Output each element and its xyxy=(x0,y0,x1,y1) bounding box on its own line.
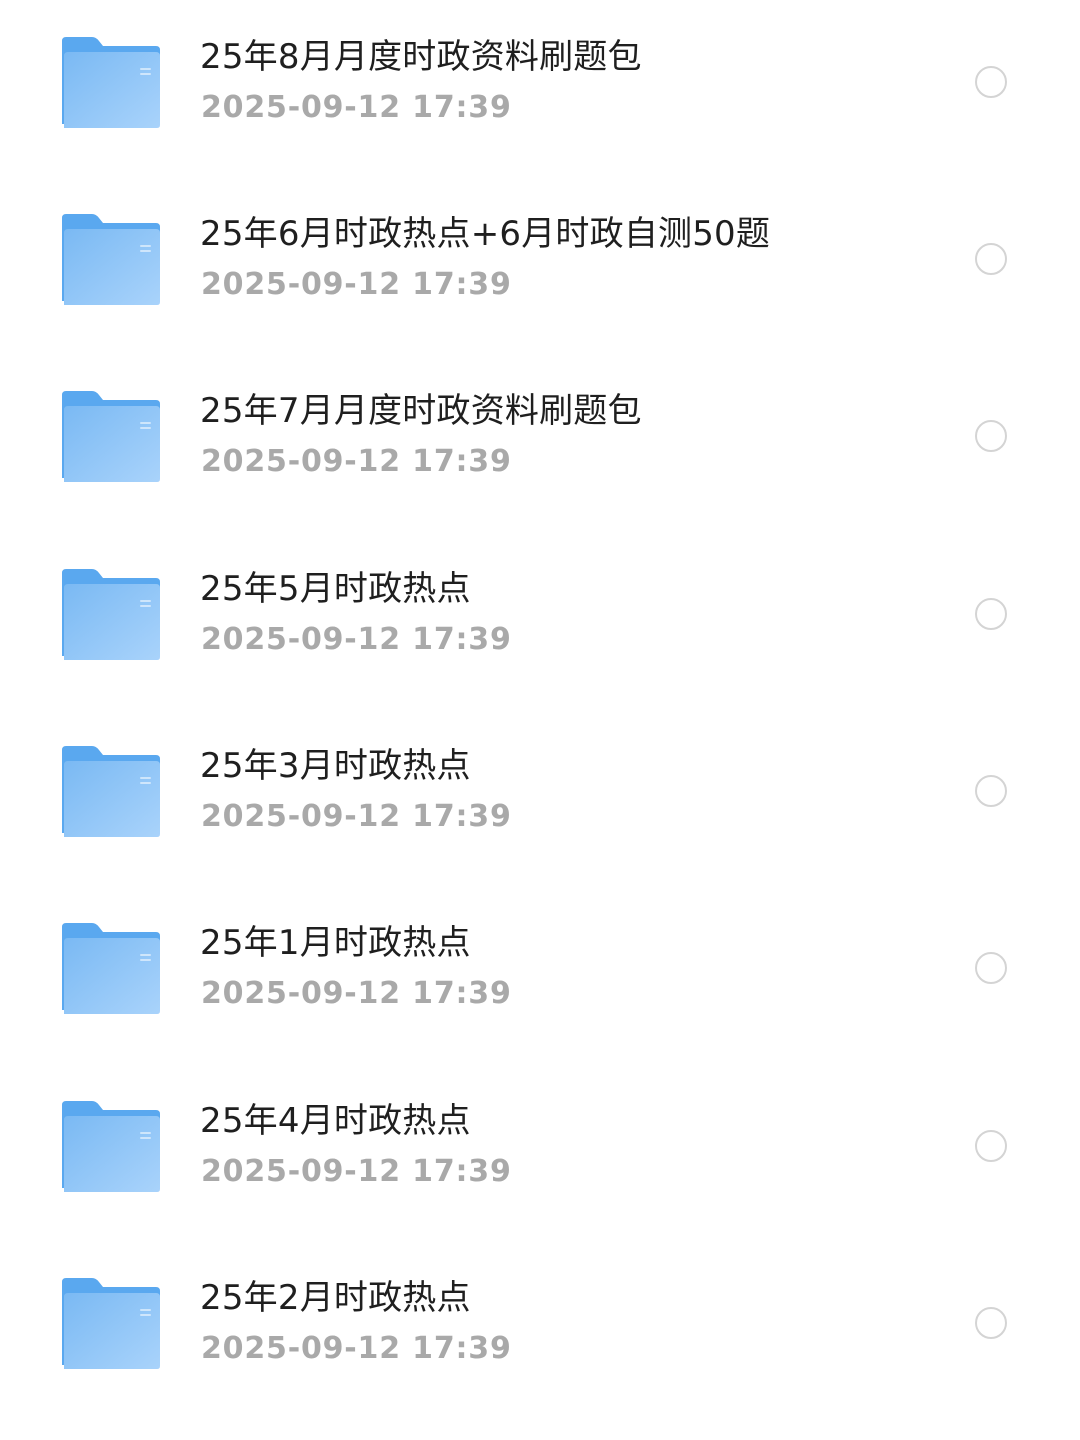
file-list: 25年8月月度时政资料刷题包 2025-09-12 17:39 25年6月时政热… xyxy=(0,0,1080,1440)
folder-icon xyxy=(60,213,162,307)
folder-row[interactable]: 25年4月时政热点 2025-09-12 17:39 xyxy=(0,1064,1080,1241)
select-radio[interactable] xyxy=(975,775,1007,807)
folder-name: 25年2月时政热点 xyxy=(200,1278,471,1318)
folder-row[interactable]: 25年5月时政热点 2025-09-12 17:39 xyxy=(0,532,1080,709)
select-radio[interactable] xyxy=(975,243,1007,275)
folder-date: 2025-09-12 17:39 xyxy=(201,1331,512,1366)
folder-icon xyxy=(60,922,162,1016)
folder-icon xyxy=(60,390,162,484)
select-radio[interactable] xyxy=(975,1130,1007,1162)
folder-icon xyxy=(60,1277,162,1371)
folder-date: 2025-09-12 17:39 xyxy=(201,1154,512,1189)
select-radio[interactable] xyxy=(975,66,1007,98)
folder-row[interactable]: 25年2月时政热点 2025-09-12 17:39 xyxy=(0,1241,1080,1418)
folder-row[interactable]: 25年7月月度时政资料刷题包 2025-09-12 17:39 xyxy=(0,354,1080,531)
folder-name: 25年7月月度时政资料刷题包 xyxy=(200,391,642,431)
folder-date: 2025-09-12 17:39 xyxy=(201,267,512,302)
folder-date: 2025-09-12 17:39 xyxy=(201,622,512,657)
folder-icon xyxy=(60,1100,162,1194)
folder-name: 25年3月时政热点 xyxy=(200,746,471,786)
select-radio[interactable] xyxy=(975,1307,1007,1339)
folder-icon xyxy=(60,745,162,839)
select-radio[interactable] xyxy=(975,598,1007,630)
folder-row[interactable]: 25年1月时政热点 2025-09-12 17:39 xyxy=(0,886,1080,1063)
folder-icon xyxy=(60,568,162,662)
folder-row[interactable]: 25年3月时政热点 2025-09-12 17:39 xyxy=(0,709,1080,886)
folder-name: 25年8月月度时政资料刷题包 xyxy=(200,37,642,77)
select-radio[interactable] xyxy=(975,952,1007,984)
folder-name: 25年4月时政热点 xyxy=(200,1101,471,1141)
folder-name: 25年5月时政热点 xyxy=(200,569,471,609)
folder-date: 2025-09-12 17:39 xyxy=(201,90,512,125)
folder-date: 2025-09-12 17:39 xyxy=(201,799,512,834)
folder-date: 2025-09-12 17:39 xyxy=(201,444,512,479)
folder-row[interactable]: 25年8月月度时政资料刷题包 2025-09-12 17:39 xyxy=(0,0,1080,177)
folder-row[interactable]: 25年6月时政热点+6月时政自测50题 2025-09-12 17:39 xyxy=(0,177,1080,354)
select-radio[interactable] xyxy=(975,420,1007,452)
folder-name: 25年1月时政热点 xyxy=(200,923,471,963)
folder-name: 25年6月时政热点+6月时政自测50题 xyxy=(200,214,771,254)
folder-icon xyxy=(60,36,162,130)
folder-date: 2025-09-12 17:39 xyxy=(201,976,512,1011)
